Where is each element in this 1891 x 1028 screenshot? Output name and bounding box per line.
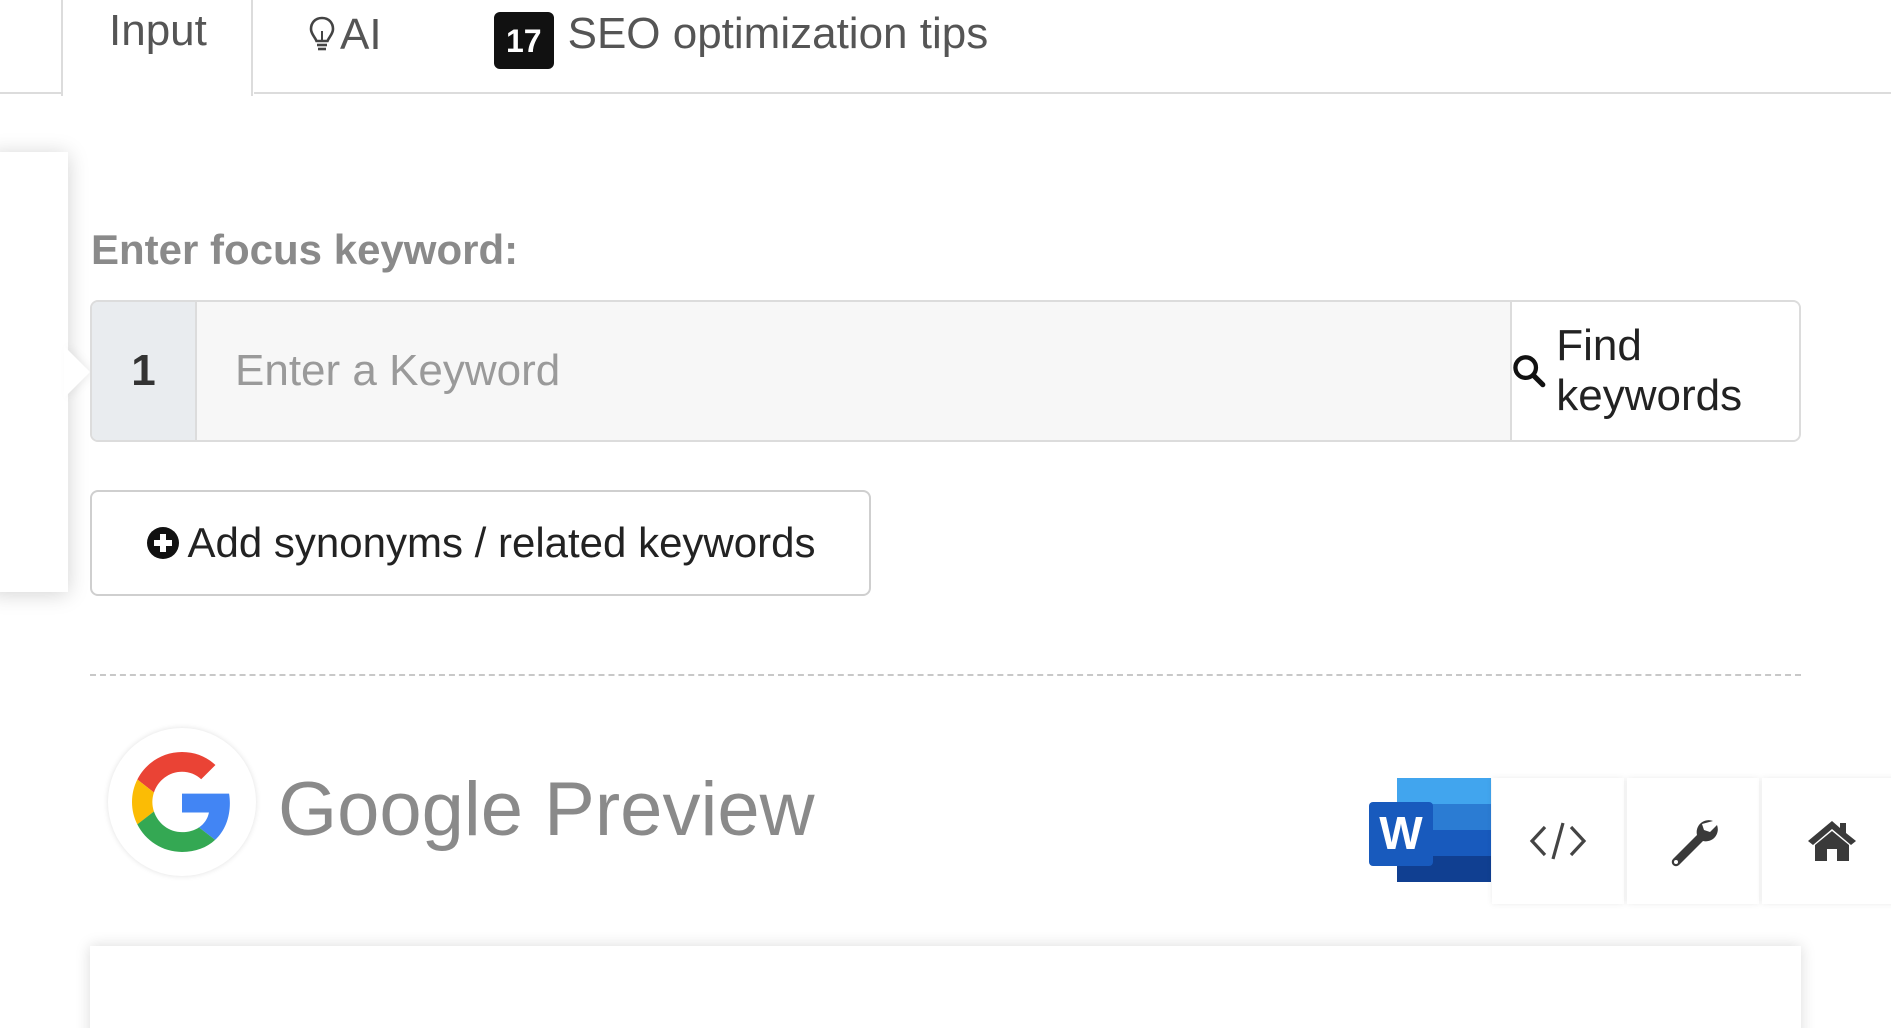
- plus-circle-icon: [146, 527, 179, 559]
- wrench-icon: [1671, 820, 1718, 867]
- page: Input AI 17 SEO optimization tips Enter …: [0, 0, 1891, 1028]
- tab-input-label: Input: [109, 6, 207, 55]
- find-keywords-button[interactable]: Find keywords: [1510, 302, 1799, 440]
- keyword-row-number: 1: [92, 302, 197, 440]
- tab-seo-tips[interactable]: 17 SEO optimization tips: [494, 0, 989, 69]
- tab-seo-tips-label: SEO optimization tips: [567, 9, 989, 58]
- word-icon: W: [1369, 778, 1491, 882]
- focus-keyword-label: Enter focus keyword:: [91, 226, 519, 273]
- add-synonyms-label: Add synonyms / related keywords: [187, 519, 816, 566]
- tools-button[interactable]: [1627, 778, 1759, 904]
- google-preview-title: Google Preview: [278, 767, 815, 852]
- find-keywords-label: Find keywords: [1556, 321, 1743, 420]
- tab-input[interactable]: Input: [61, 0, 253, 96]
- side-panel-pointer: [64, 346, 90, 398]
- lightbulb-icon: [309, 16, 335, 51]
- keyword-input[interactable]: [197, 302, 1510, 440]
- tab-bar-divider: [0, 92, 62, 94]
- search-icon: [1513, 355, 1546, 388]
- side-panel: [0, 152, 68, 592]
- google-icon: [132, 752, 230, 852]
- add-synonyms-button[interactable]: Add synonyms / related keywords: [90, 490, 871, 596]
- section-divider: [90, 674, 1801, 676]
- tab-bar-divider: [254, 92, 1891, 94]
- code-icon: [1529, 822, 1587, 860]
- code-view-button[interactable]: [1492, 778, 1624, 904]
- tips-count-badge: 17: [494, 11, 554, 69]
- tab-ai[interactable]: AI: [308, 0, 382, 70]
- svg-text:W: W: [1379, 807, 1423, 859]
- microsoft-word-icon[interactable]: W: [1369, 778, 1491, 882]
- google-logo: [108, 728, 256, 876]
- keyword-input-group: 1 Find keywords: [90, 300, 1801, 442]
- google-preview-card: [90, 946, 1801, 1028]
- tab-ai-label: AI: [340, 10, 382, 59]
- tab-bar: Input AI 17 SEO optimization tips: [0, 0, 1891, 96]
- home-button[interactable]: [1762, 778, 1891, 904]
- home-icon: [1808, 821, 1856, 861]
